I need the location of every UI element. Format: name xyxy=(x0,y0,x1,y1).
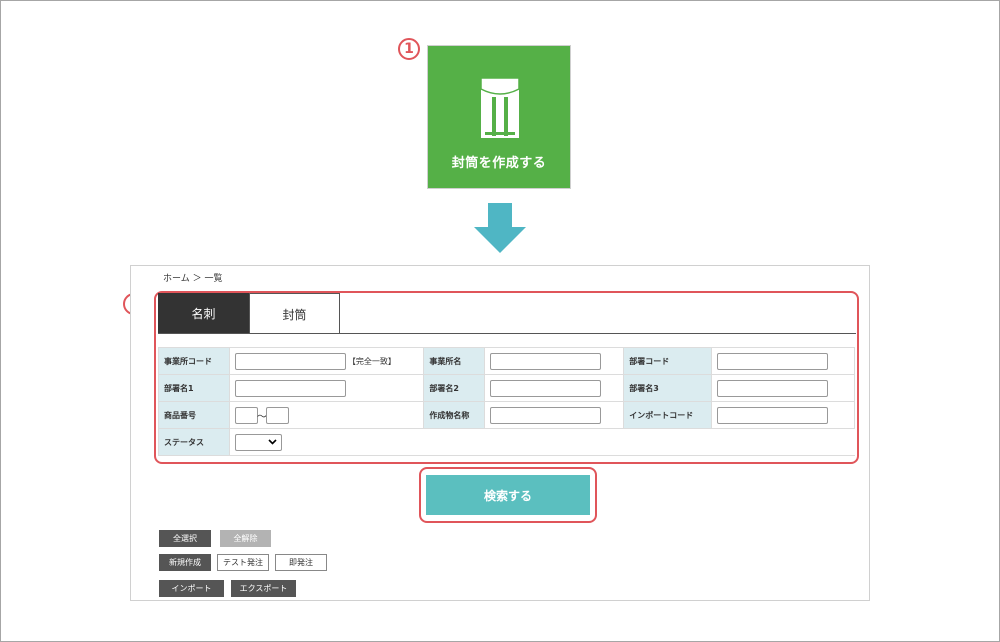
office-name-label: 事業所名 xyxy=(423,347,486,375)
create-envelope-label: 封筒を作成する xyxy=(451,156,547,171)
chevron-down-icon xyxy=(268,439,277,445)
status-label: ステータス xyxy=(158,428,230,456)
form-row: 商品番号 〜 作成物名称 インポートコード xyxy=(158,401,855,429)
office-code-label: 事業所コード xyxy=(158,347,230,375)
office-code-input[interactable] xyxy=(234,352,346,370)
import-button[interactable]: インポート xyxy=(159,580,224,597)
artifact-name-label: 作成物名称 xyxy=(423,401,486,429)
instant-order-button[interactable]: 即発注 xyxy=(275,554,327,571)
create-envelope-button[interactable]: 封筒を作成する xyxy=(427,45,571,189)
dept-code-label: 部署コード xyxy=(623,347,713,375)
dept-name2-input[interactable] xyxy=(490,379,602,397)
down-arrow-icon xyxy=(474,203,526,257)
import-code-input[interactable] xyxy=(717,406,829,424)
deselect-all-button[interactable]: 全解除 xyxy=(220,530,271,547)
search-button[interactable]: 検索する xyxy=(426,475,590,515)
artifact-name-input[interactable] xyxy=(490,406,602,424)
form-row: 事業所コード 【完全一致】 事業所名 部署コード xyxy=(158,347,855,375)
tab-divider xyxy=(158,333,856,334)
search-panel: ホーム ＞ 一覧 名刺 封筒 事業所コード 【完全一致】 事業所名 部署コード … xyxy=(130,265,870,601)
select-all-button[interactable]: 全選択 xyxy=(159,530,211,547)
status-select[interactable] xyxy=(234,433,282,451)
new-button[interactable]: 新規作成 xyxy=(159,554,211,571)
product-no-from-input[interactable] xyxy=(234,406,258,424)
product-no-to-input[interactable] xyxy=(265,406,289,424)
dept-name3-label: 部署名3 xyxy=(623,374,713,402)
search-form: 事業所コード 【完全一致】 事業所名 部署コード 部署名1 部署名2 部署名3 … xyxy=(158,347,855,456)
envelope-icon xyxy=(480,77,520,143)
dept-name1-input[interactable] xyxy=(234,379,346,397)
import-code-label: インポートコード xyxy=(623,401,713,429)
office-name-input[interactable] xyxy=(490,352,602,370)
step-number-1: 1 xyxy=(398,38,420,60)
tab-business-card[interactable]: 名刺 xyxy=(158,293,249,333)
test-order-button[interactable]: テスト発注 xyxy=(217,554,269,571)
exact-match-note: 【完全一致】 xyxy=(347,356,396,366)
dept-name1-label: 部署名1 xyxy=(158,374,230,402)
product-no-label: 商品番号 xyxy=(158,401,230,429)
breadcrumb: ホーム ＞ 一覧 xyxy=(163,274,223,284)
export-button[interactable]: エクスポート xyxy=(231,580,296,597)
form-row: 部署名1 部署名2 部署名3 xyxy=(158,374,855,402)
form-row: ステータス xyxy=(158,428,855,456)
tab-envelope[interactable]: 封筒 xyxy=(249,293,340,334)
dept-name3-input[interactable] xyxy=(717,379,829,397)
dept-name2-label: 部署名2 xyxy=(423,374,486,402)
dept-code-input[interactable] xyxy=(717,352,829,370)
